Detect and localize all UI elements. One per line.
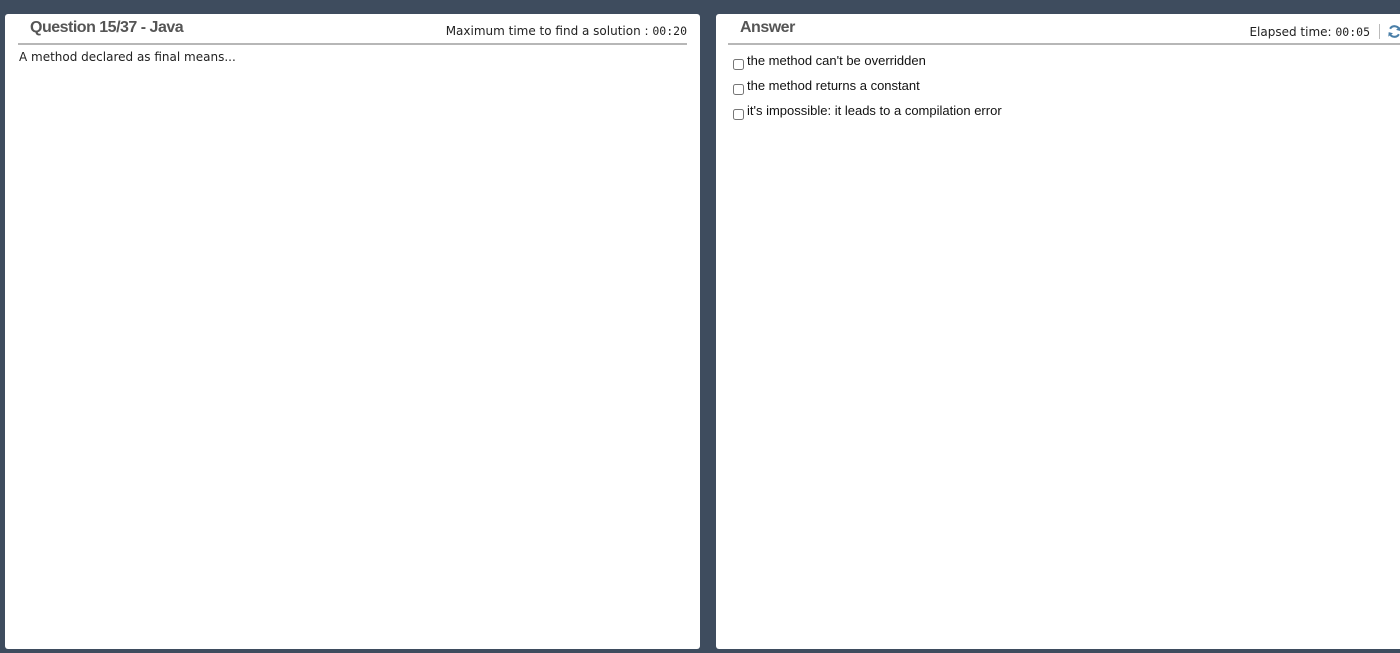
answer-option[interactable]: the method returns a constant (733, 78, 1002, 103)
answer-checkbox[interactable] (733, 59, 744, 70)
answer-option[interactable]: it's impossible: it leads to a compilati… (733, 103, 1002, 128)
answer-label: it's impossible: it leads to a compilati… (747, 103, 1002, 118)
question-panel: Question 15/37 - Java Maximum time to fi… (5, 14, 700, 649)
question-text: A method declared as final means... (19, 50, 236, 64)
max-time-value: 00:20 (652, 24, 687, 38)
answer-panel: Answer Elapsed time: 00:05 the method ca… (716, 14, 1400, 649)
answer-title: Answer (740, 19, 795, 36)
answer-option[interactable]: the method can't be overridden (733, 53, 1002, 78)
answer-list: the method can't be overridden the method… (733, 53, 1002, 128)
answer-checkbox[interactable] (733, 84, 744, 95)
answer-header: Answer Elapsed time: 00:05 (728, 14, 1400, 45)
answer-label: the method can't be overridden (747, 53, 926, 68)
elapsed-time-value: 00:05 (1335, 25, 1370, 39)
answer-checkbox[interactable] (733, 109, 744, 120)
answer-label: the method returns a constant (747, 78, 920, 93)
max-time-display: Maximum time to find a solution : 00:20 (446, 24, 687, 38)
refresh-icon[interactable] (1387, 24, 1400, 42)
question-title: Question 15/37 - Java (30, 19, 184, 36)
header-divider (1379, 24, 1380, 39)
elapsed-time-label: Elapsed time: (1249, 25, 1336, 39)
max-time-label: Maximum time to find a solution : (445, 24, 653, 38)
elapsed-time-display: Elapsed time: 00:05 (1249, 24, 1400, 42)
question-header: Question 15/37 - Java Maximum time to fi… (18, 14, 687, 45)
